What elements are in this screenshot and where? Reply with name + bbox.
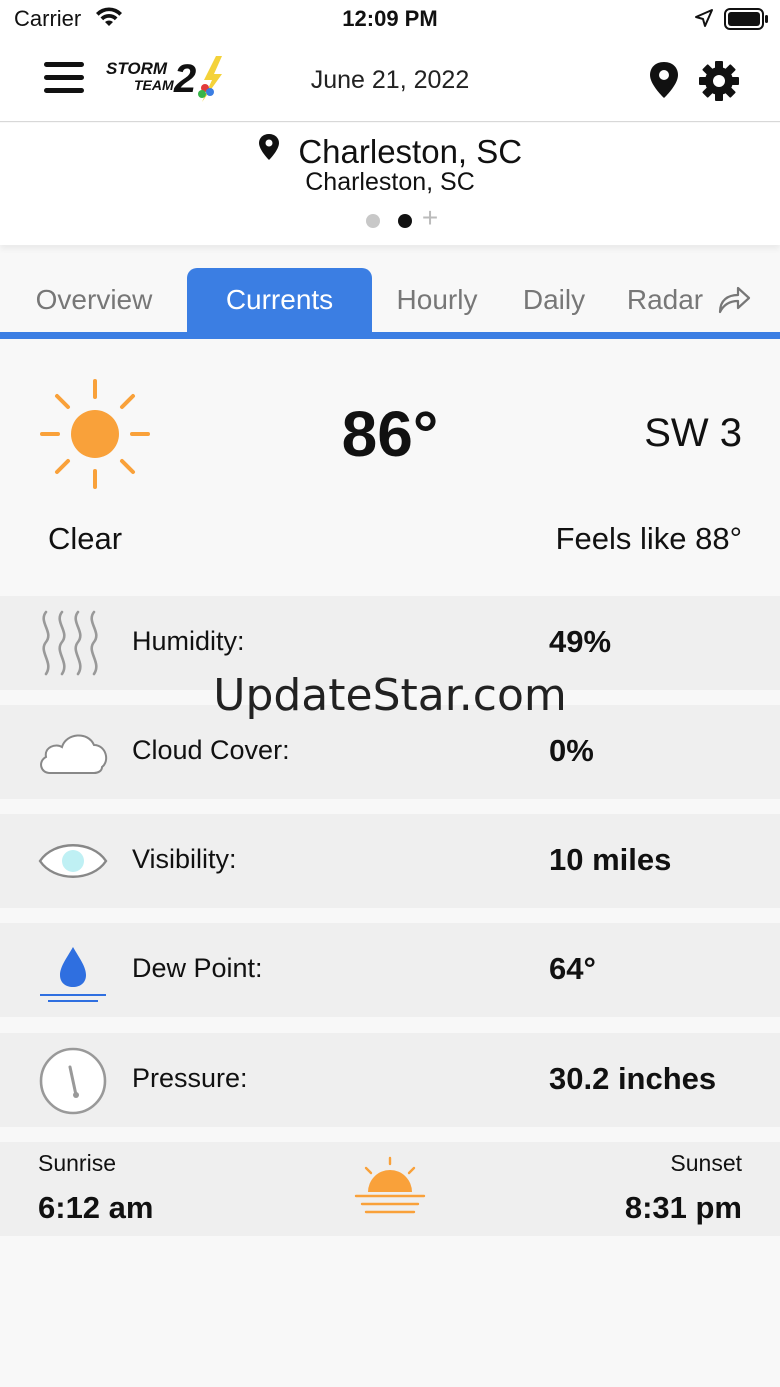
tab-currents[interactable]: Currents — [187, 268, 372, 332]
dew-point-label: Dew Point: — [132, 953, 263, 983]
feels-like-text: Feels like 88° — [555, 521, 742, 556]
pressure-label: Pressure: — [132, 1063, 248, 1093]
sun-icon — [38, 377, 152, 496]
tab-underline — [0, 332, 780, 339]
map-pin-icon — [650, 62, 678, 98]
sunrise-time: 6:12 am — [38, 1190, 154, 1225]
share-arrow-icon[interactable] — [716, 284, 752, 319]
cloud-icon — [36, 717, 110, 787]
battery-icon — [724, 8, 770, 35]
page-indicator[interactable]: + — [366, 204, 446, 232]
tab-radar[interactable]: Radar — [620, 268, 710, 332]
sunset-icon — [352, 1156, 428, 1227]
app-header: STORM TEAM 2 June 21, 2022 — [0, 40, 780, 122]
wind-value: SW 3 — [644, 411, 742, 455]
svg-text:STORM: STORM — [106, 59, 168, 78]
eye-icon — [36, 826, 110, 896]
storm-team-logo: STORM TEAM 2 — [104, 52, 228, 106]
cloud-cover-value: 0% — [549, 733, 594, 768]
watermark: UpdateStar.com — [213, 670, 567, 721]
humidity-value: 49% — [549, 624, 612, 659]
location-pin-icon — [258, 133, 280, 166]
detail-row-pressure: Pressure: 30.2 inches — [0, 1033, 780, 1127]
current-temperature: 86° — [341, 398, 439, 470]
detail-row-visibility: Visibility: 10 miles — [0, 814, 780, 908]
location-arrow-icon — [694, 8, 714, 33]
tab-hourly[interactable]: Hourly — [384, 268, 490, 332]
svg-text:TEAM: TEAM — [134, 77, 174, 93]
sunrise-label: Sunrise — [38, 1150, 116, 1176]
menu-button[interactable] — [40, 62, 88, 102]
water-drop-icon — [36, 935, 110, 1005]
tab-daily[interactable]: Daily — [508, 268, 600, 332]
humidity-label: Humidity: — [132, 626, 245, 656]
gear-icon — [699, 61, 739, 101]
hamburger-icon — [44, 62, 84, 67]
detail-row-dew-point: Dew Point: 64° — [0, 923, 780, 1017]
status-bar: Carrier 12:09 PM — [0, 0, 780, 40]
location-panel[interactable]: Charleston, SC Charleston, SC + — [0, 123, 780, 245]
svg-text:2: 2 — [173, 57, 196, 101]
add-location-icon[interactable]: + — [418, 204, 442, 232]
page-dot-active[interactable] — [398, 214, 412, 228]
gauge-icon — [36, 1045, 110, 1115]
current-conditions: 86° SW 3 Clear Feels like 88° — [0, 339, 780, 595]
settings-button[interactable] — [698, 60, 740, 107]
location-city: Charleston, SC — [298, 133, 523, 170]
pressure-value: 30.2 inches — [549, 1061, 717, 1096]
cloud-cover-label: Cloud Cover: — [132, 735, 290, 765]
visibility-label: Visibility: — [132, 844, 237, 874]
visibility-value: 10 miles — [549, 842, 672, 877]
sunset-label: Sunset — [670, 1150, 742, 1176]
tab-bar: Overview Currents Hourly Daily Radar — [0, 268, 780, 332]
status-time: 12:09 PM — [342, 6, 438, 31]
tab-overview[interactable]: Overview — [14, 268, 174, 332]
condition-text: Clear — [48, 521, 123, 556]
page-dot[interactable] — [366, 214, 380, 228]
sunset-time: 8:31 pm — [624, 1190, 742, 1225]
location-subtitle: Charleston, SC — [305, 168, 475, 196]
dew-point-value: 64° — [549, 951, 596, 986]
humidity-icon — [36, 608, 110, 678]
sun-times: Sunrise 6:12 am Sunset 8:31 pm — [0, 1142, 780, 1236]
locations-button[interactable] — [646, 60, 682, 105]
header-date: June 21, 2022 — [310, 66, 470, 94]
